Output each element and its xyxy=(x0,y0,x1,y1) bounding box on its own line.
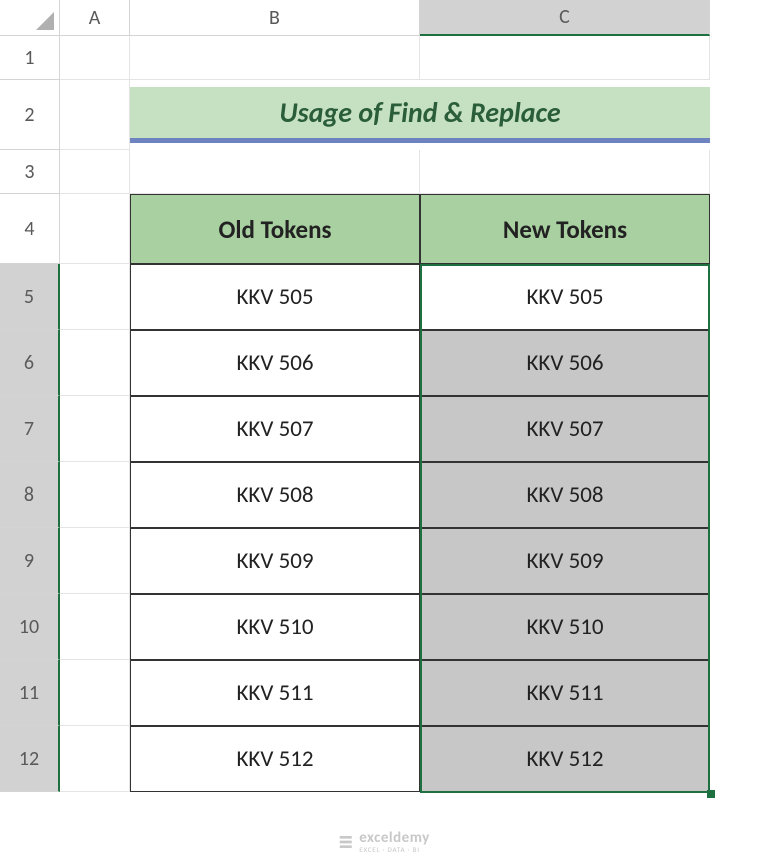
row-header-9[interactable]: 9 xyxy=(0,528,60,594)
row-header-11[interactable]: 11 xyxy=(0,660,60,726)
cell-A12[interactable] xyxy=(60,726,130,792)
cell-C12[interactable]: KKV 512 xyxy=(420,726,710,792)
cell-A5[interactable] xyxy=(60,264,130,330)
cell-A8[interactable] xyxy=(60,462,130,528)
cell-C7[interactable]: KKV 507 xyxy=(420,396,710,462)
logo-icon xyxy=(337,834,353,850)
row-header-8[interactable]: 8 xyxy=(0,462,60,528)
cell-C11[interactable]: KKV 511 xyxy=(420,660,710,726)
table-header-old[interactable]: Old Tokens xyxy=(130,194,420,264)
cell-C10[interactable]: KKV 510 xyxy=(420,594,710,660)
row-header-5[interactable]: 5 xyxy=(0,264,60,330)
title-cell[interactable]: Usage of Find & Replace xyxy=(130,80,710,150)
row-header-10[interactable]: 10 xyxy=(0,594,60,660)
cell-A7[interactable] xyxy=(60,396,130,462)
row-header-6[interactable]: 6 xyxy=(0,330,60,396)
cell-B9[interactable]: KKV 509 xyxy=(130,528,420,594)
cell-A2[interactable] xyxy=(60,80,130,150)
row-header-4[interactable]: 4 xyxy=(0,194,60,264)
row-header-1[interactable]: 1 xyxy=(0,36,60,80)
select-all-corner[interactable] xyxy=(0,0,60,36)
cell-B10[interactable]: KKV 510 xyxy=(130,594,420,660)
cell-A9[interactable] xyxy=(60,528,130,594)
col-header-A[interactable]: A xyxy=(60,0,130,36)
cell-B6[interactable]: KKV 506 xyxy=(130,330,420,396)
cell-B7[interactable]: KKV 507 xyxy=(130,396,420,462)
cell-A4[interactable] xyxy=(60,194,130,264)
row-header-2[interactable]: 2 xyxy=(0,80,60,150)
col-header-B[interactable]: B xyxy=(130,0,420,36)
cell-A3[interactable] xyxy=(60,150,130,194)
row-header-3[interactable]: 3 xyxy=(0,150,60,194)
cell-B11[interactable]: KKV 511 xyxy=(130,660,420,726)
cell-A1[interactable] xyxy=(60,36,130,80)
row-header-7[interactable]: 7 xyxy=(0,396,60,462)
col-header-C[interactable]: C xyxy=(420,0,710,36)
cell-C8[interactable]: KKV 508 xyxy=(420,462,710,528)
cell-C5[interactable]: KKV 505 xyxy=(420,264,710,330)
watermark-tag: EXCEL · DATA · BI xyxy=(359,846,430,853)
cell-C1[interactable] xyxy=(420,36,710,80)
table-header-new[interactable]: New Tokens xyxy=(420,194,710,264)
cell-B12[interactable]: KKV 512 xyxy=(130,726,420,792)
page-title: Usage of Find & Replace xyxy=(130,87,710,143)
cell-C9[interactable]: KKV 509 xyxy=(420,528,710,594)
cell-B8[interactable]: KKV 508 xyxy=(130,462,420,528)
cell-B3[interactable] xyxy=(130,150,420,194)
cell-B5[interactable]: KKV 505 xyxy=(130,264,420,330)
cell-A11[interactable] xyxy=(60,660,130,726)
row-header-12[interactable]: 12 xyxy=(0,726,60,792)
watermark: exceldemy EXCEL · DATA · BI xyxy=(337,831,430,853)
cell-C6[interactable]: KKV 506 xyxy=(420,330,710,396)
cell-A10[interactable] xyxy=(60,594,130,660)
spreadsheet-grid: A B C 1 2 Usage of Find & Replace 3 4 Ol… xyxy=(0,0,767,792)
watermark-name: exceldemy xyxy=(359,831,430,846)
cell-A6[interactable] xyxy=(60,330,130,396)
cell-C3[interactable] xyxy=(420,150,710,194)
cell-B1[interactable] xyxy=(130,36,420,80)
